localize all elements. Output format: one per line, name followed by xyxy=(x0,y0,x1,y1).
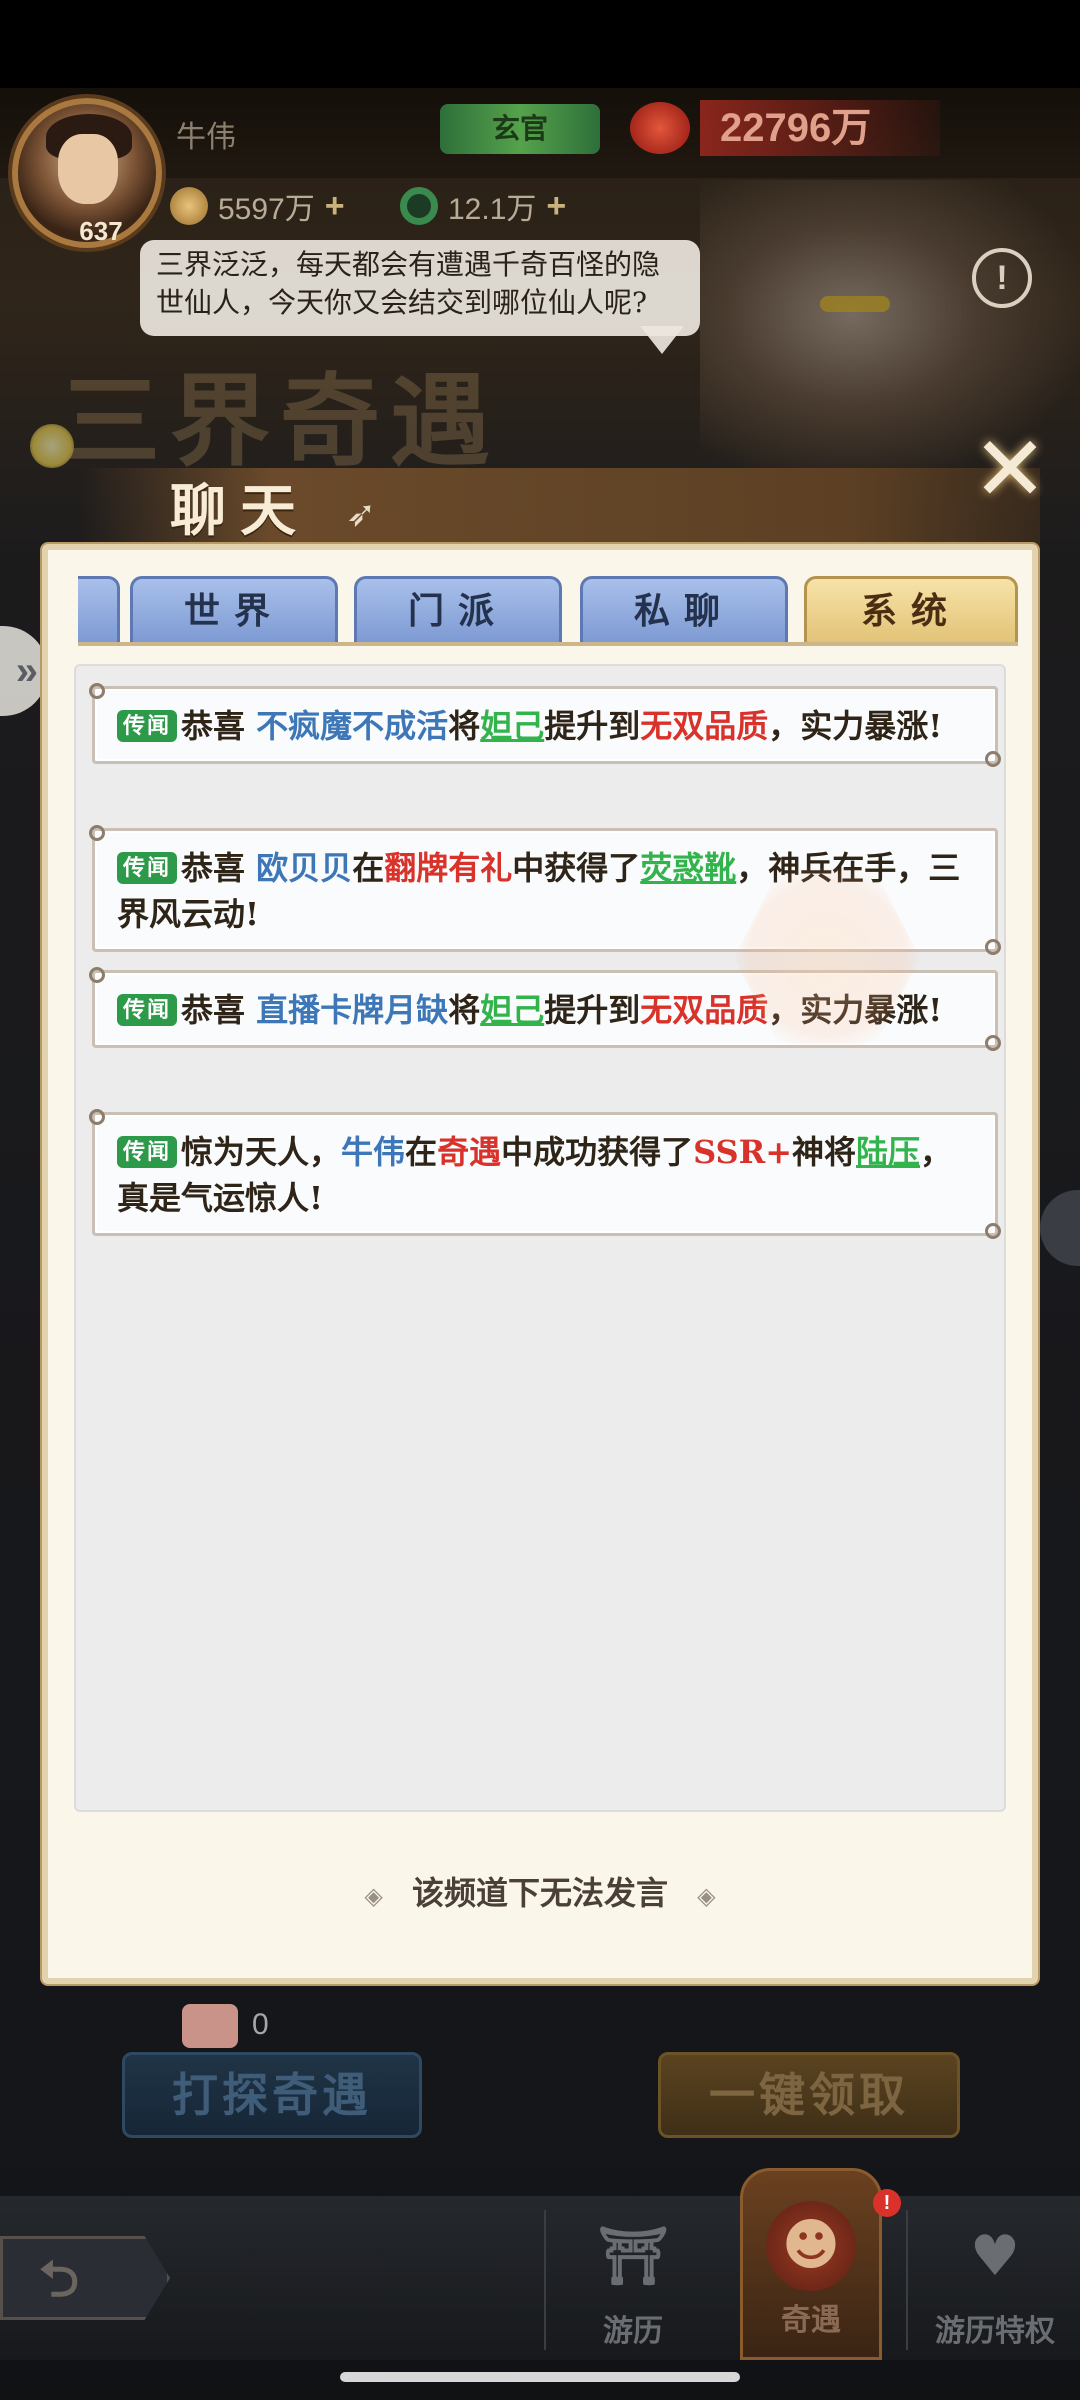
combat-power-value: 22796万 xyxy=(700,100,940,156)
player-name: 牛伟 xyxy=(176,121,236,154)
footer-deco-right: ◈ xyxy=(697,1881,716,1910)
chat-tabs: 世界 门派 私聊 系统 xyxy=(78,576,1018,644)
alert-icon[interactable]: ! xyxy=(972,248,1032,308)
avatar-face xyxy=(58,134,118,204)
feather-icon: ➶ xyxy=(346,494,377,535)
message-text: 中获得了 xyxy=(512,849,641,887)
message-text: 在 xyxy=(405,1133,438,1171)
message-item[interactable]: 传闻 惊为天人，牛伟在奇遇中成功获得了SSR+神将陆压，真是气运惊人! xyxy=(89,1109,1001,1239)
player-name-mention[interactable]: 欧贝贝 xyxy=(256,849,352,887)
rumor-tag: 传闻 xyxy=(117,710,178,742)
claim-all-button[interactable]: 一键领取 xyxy=(658,2052,960,2138)
jade-currency: 12.1万 + xyxy=(400,186,566,226)
rumor-tag: 传闻 xyxy=(117,994,178,1026)
player-name-mention[interactable]: 直播卡牌月缺 xyxy=(256,991,448,1029)
item-counter-icon xyxy=(182,2004,238,2048)
home-indicator[interactable] xyxy=(340,2372,740,2382)
tab-sect[interactable]: 门派 xyxy=(354,576,562,644)
close-chat-button[interactable]: ✕ xyxy=(960,420,1060,520)
message-text: 将 xyxy=(448,991,481,1029)
coin-currency: 5597万 + xyxy=(170,186,345,226)
highlight-text: 无双品质 xyxy=(640,991,769,1029)
message-text: 提升到 xyxy=(544,991,641,1029)
shrine-icon: ⛩ xyxy=(597,2224,669,2289)
message-text: 恭喜 xyxy=(181,849,257,887)
tab-system[interactable]: 系统 xyxy=(804,576,1018,644)
message-text: 神将 xyxy=(792,1133,857,1171)
highlight-text: 无双品质 xyxy=(640,707,769,745)
coin-icon xyxy=(170,187,208,225)
tab-world[interactable]: 世界 xyxy=(130,576,338,644)
message-text: 中成功获得了 xyxy=(501,1133,694,1171)
message-text: 恭喜 xyxy=(181,707,257,745)
rumor-tag: 传闻 xyxy=(117,1136,178,1168)
add-jade-button[interactable]: + xyxy=(546,187,566,226)
notification-badge: ! xyxy=(873,2189,901,2217)
back-button[interactable]: ⮌ xyxy=(0,2236,170,2320)
footer-note-text: 该频道下无法发言 xyxy=(411,1874,668,1912)
speech-bubble-tail xyxy=(640,326,684,354)
message-text: 将 xyxy=(448,707,481,745)
nav-item-encounter[interactable]: ! ☻ 奇遇 xyxy=(740,2168,901,2360)
chat-title: 聊天 xyxy=(170,478,310,544)
nav-item-travel-privilege[interactable]: ♥ 游历特权 xyxy=(910,2200,1080,2360)
player-level: 637 xyxy=(79,216,123,246)
message-text: 提升到 xyxy=(544,707,641,745)
rumor-tag: 传闻 xyxy=(117,852,178,884)
footer-deco-left: ◈ xyxy=(364,1881,383,1910)
rank-badge: 玄官 xyxy=(440,104,600,154)
item-counter-value: 0 xyxy=(252,2008,269,2041)
message-item[interactable]: 传闻 恭喜 不疯魔不成活将妲己提升到无双品质，实力暴涨! xyxy=(89,683,1001,767)
nav-divider xyxy=(544,2210,546,2350)
player-name-mention[interactable]: 牛伟 xyxy=(341,1133,405,1171)
jade-amount: 12.1万 xyxy=(448,193,537,226)
nav-item-travel[interactable]: ⛩ 游历 xyxy=(548,2200,718,2360)
highlight-text: 翻牌有礼 xyxy=(384,849,513,887)
nav-label: 游历 xyxy=(603,2314,663,2349)
jade-icon xyxy=(400,187,438,225)
speech-bubble: 三界泛泛，每天都会有遭遇千奇百怪的隐世仙人，今天你又会结交到哪位仙人呢? xyxy=(140,240,700,336)
mask-icon: ☻ xyxy=(766,2201,856,2291)
message-text: ，实力暴涨! xyxy=(768,707,943,745)
message-text: 恭喜 xyxy=(181,991,257,1029)
tab-private[interactable]: 私聊 xyxy=(580,576,788,644)
explore-encounter-button[interactable]: 打探奇遇 xyxy=(122,2052,422,2138)
message-text: 惊为天人， xyxy=(181,1133,342,1171)
add-coins-button[interactable]: + xyxy=(325,187,345,226)
player-name-mention[interactable]: 不疯魔不成活 xyxy=(256,707,448,745)
item-link[interactable]: 陆压 xyxy=(856,1133,920,1171)
item-link[interactable]: 妲己 xyxy=(480,991,544,1029)
highlight-text: 奇遇 xyxy=(437,1133,502,1171)
nav-label: 奇遇 xyxy=(781,2303,841,2338)
coin-amount: 5597万 xyxy=(218,193,315,226)
item-link[interactable]: 妲己 xyxy=(480,707,544,745)
tab-underline xyxy=(78,642,1018,646)
heart-emblem-icon: ♥ xyxy=(969,2224,1021,2289)
channel-muted-note: ◈ 该频道下无法发言 ◈ xyxy=(0,1868,1080,1914)
power-icon xyxy=(630,102,690,154)
nav-label: 游历特权 xyxy=(935,2314,1055,2349)
item-link[interactable]: 荧惑靴 xyxy=(640,849,736,887)
highlight-text: SSR+ xyxy=(693,1133,793,1171)
nav-divider xyxy=(906,2210,908,2350)
message-text: 在 xyxy=(352,849,385,887)
